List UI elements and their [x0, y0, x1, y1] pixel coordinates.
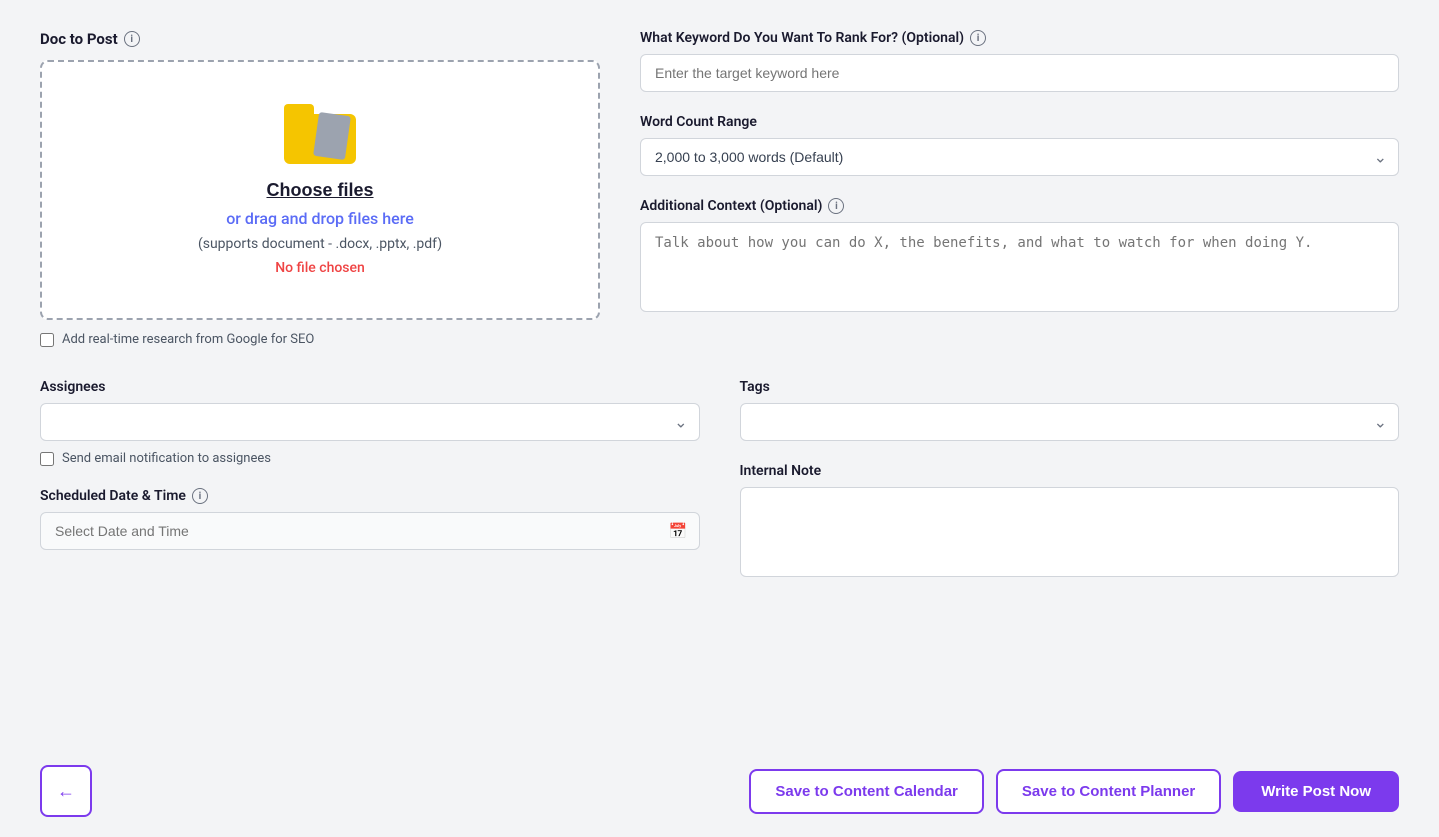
doc-to-post-label: Doc to Post — [40, 30, 118, 48]
assignees-select-wrapper: ⌄ — [40, 403, 700, 441]
seo-checkbox[interactable] — [40, 333, 54, 347]
save-to-content-planner-button[interactable]: Save to Content Planner — [996, 769, 1221, 814]
assignees-select[interactable] — [40, 403, 700, 441]
save-to-content-calendar-button[interactable]: Save to Content Calendar — [749, 769, 984, 814]
tags-select-wrapper: ⌄ — [740, 403, 1400, 441]
assignees-label-text: Assignees — [40, 379, 105, 395]
choose-files-button[interactable]: Choose files — [266, 180, 373, 201]
footer-actions: Save to Content Calendar Save to Content… — [749, 769, 1399, 814]
word-count-label: Word Count Range — [640, 114, 1399, 130]
footer: ← Save to Content Calendar Save to Conte… — [40, 755, 1399, 817]
keyword-input[interactable] — [640, 54, 1399, 92]
folder-icon — [284, 104, 356, 164]
tags-field-group: Tags ⌄ — [740, 379, 1400, 441]
internal-note-textarea[interactable] — [740, 487, 1400, 577]
drag-drop-text: or drag and drop files here — [226, 209, 414, 228]
additional-context-textarea[interactable] — [640, 222, 1399, 312]
date-input[interactable] — [40, 512, 700, 550]
send-email-label: Send email notification to assignees — [62, 451, 271, 466]
tags-label: Tags — [740, 379, 1400, 395]
keyword-field-group: What Keyword Do You Want To Rank For? (O… — [640, 30, 1399, 92]
tags-label-text: Tags — [740, 379, 770, 395]
write-post-now-button[interactable]: Write Post Now — [1233, 771, 1399, 812]
supports-text: (supports document - .docx, .pptx, .pdf) — [198, 236, 442, 252]
additional-context-info-icon[interactable]: i — [828, 198, 844, 214]
word-count-select[interactable]: 500 to 1,000 words1,000 to 2,000 words2,… — [640, 138, 1399, 176]
tags-select[interactable] — [740, 403, 1400, 441]
doc-to-post-info-icon[interactable]: i — [124, 31, 140, 47]
send-email-checkbox[interactable] — [40, 452, 54, 466]
seo-checkbox-label: Add real-time research from Google for S… — [62, 332, 314, 347]
scheduled-date-info-icon[interactable]: i — [192, 488, 208, 504]
additional-context-label: Additional Context (Optional) i — [640, 198, 1399, 214]
word-count-field-group: Word Count Range 500 to 1,000 words1,000… — [640, 114, 1399, 176]
date-input-wrapper: 📅 — [40, 512, 700, 550]
keyword-info-icon[interactable]: i — [970, 30, 986, 46]
internal-note-label: Internal Note — [740, 463, 1400, 479]
additional-context-field-group: Additional Context (Optional) i — [640, 198, 1399, 316]
word-count-label-text: Word Count Range — [640, 114, 757, 130]
scheduled-date-label-text: Scheduled Date & Time — [40, 488, 186, 504]
word-count-select-wrapper: 500 to 1,000 words1,000 to 2,000 words2,… — [640, 138, 1399, 176]
additional-context-label-text: Additional Context (Optional) — [640, 198, 822, 214]
back-arrow-icon: ← — [57, 781, 75, 802]
no-file-status: No file chosen — [275, 260, 365, 276]
scheduled-date-label: Scheduled Date & Time i — [40, 488, 700, 504]
assignees-field-group: Assignees ⌄ Send email notification to a… — [40, 379, 700, 466]
assignees-label: Assignees — [40, 379, 700, 395]
back-button[interactable]: ← — [40, 765, 92, 817]
internal-note-label-text: Internal Note — [740, 463, 822, 479]
doc-to-post-title: Doc to Post i — [40, 30, 600, 48]
internal-note-field-group: Internal Note — [740, 463, 1400, 581]
scheduled-date-field-group: Scheduled Date & Time i 📅 — [40, 488, 700, 550]
keyword-label: What Keyword Do You Want To Rank For? (O… — [640, 30, 1399, 46]
seo-checkbox-row: Add real-time research from Google for S… — [40, 332, 600, 347]
file-dropzone[interactable]: Choose files or drag and drop files here… — [40, 60, 600, 320]
keyword-label-text: What Keyword Do You Want To Rank For? (O… — [640, 30, 964, 46]
